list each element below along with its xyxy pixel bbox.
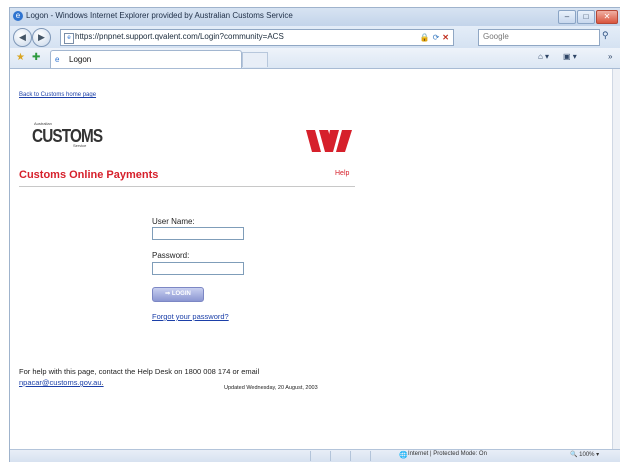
- address-icons: 🔒 ⟳ ✕: [420, 33, 449, 42]
- status-bar: 🌐 Internet | Protected Mode: On 🔍 100% ▾: [10, 449, 620, 462]
- status-divider: [370, 451, 371, 461]
- add-favorite-icon[interactable]: ✚: [32, 52, 40, 63]
- forward-button[interactable]: ▶: [32, 28, 51, 47]
- password-field[interactable]: [152, 262, 244, 275]
- minimize-button[interactable]: –: [558, 10, 576, 24]
- help-email-suffix: .: [101, 378, 104, 387]
- close-button[interactable]: ✕: [596, 10, 618, 24]
- refresh-icon[interactable]: ⟳: [433, 33, 440, 42]
- search-icon[interactable]: ⚲: [602, 30, 609, 41]
- lock-icon[interactable]: 🔒: [420, 33, 430, 42]
- window-controls: – □ ✕: [558, 10, 618, 24]
- maximize-button[interactable]: □: [577, 10, 595, 24]
- login-label: LOGIN: [171, 291, 191, 297]
- home-menu[interactable]: ⌂ ▾: [538, 52, 549, 61]
- tab-logon[interactable]: e Logon: [50, 50, 242, 68]
- page-title: Customs Online Payments: [19, 169, 159, 181]
- customs-logo: CUSTOMS: [32, 126, 103, 146]
- more-commands[interactable]: »: [608, 52, 612, 61]
- new-tab-button[interactable]: [242, 52, 268, 67]
- page-icon: e: [64, 33, 74, 44]
- logo-service-text: Service: [73, 143, 87, 148]
- address-bar: ◀ ▶ e https://pnpnet.support.qvalent.com…: [10, 26, 620, 48]
- stop-icon[interactable]: ✕: [442, 33, 449, 42]
- search-input[interactable]: Google: [478, 29, 600, 46]
- status-divider: [330, 451, 331, 461]
- tab-bar: ★ ✚ e Logon ⌂ ▾ ▣ ▾ »: [10, 48, 620, 69]
- zoom-value: 100%: [579, 452, 595, 458]
- zoom-level[interactable]: 🔍 100% ▾: [570, 451, 599, 458]
- updated-date: Updated Wednesday, 20 August, 2003: [224, 385, 318, 391]
- heading-divider: [19, 186, 355, 187]
- help-email-link[interactable]: npacar@customs.gov.au.: [19, 378, 104, 387]
- favorites-star-icon[interactable]: ★: [16, 52, 25, 63]
- status-divider: [310, 451, 311, 461]
- username-label: User Name:: [152, 217, 195, 226]
- page-content: Back to Customs home page Australian CUS…: [10, 69, 612, 449]
- help-desk-text: For help with this page, contact the Hel…: [19, 367, 260, 376]
- username-field[interactable]: [152, 227, 244, 240]
- help-email-address[interactable]: npacar@customs.gov.au: [19, 378, 102, 387]
- tab-page-icon: e: [55, 55, 60, 64]
- back-to-home-link[interactable]: Back to Customs home page: [19, 92, 96, 98]
- vertical-scrollbar[interactable]: [612, 69, 620, 449]
- forgot-password-link[interactable]: Forgot your password?: [152, 312, 229, 321]
- westpac-logo: [306, 130, 352, 152]
- help-link[interactable]: Help: [335, 170, 349, 177]
- zoom-icon: 🔍: [570, 452, 580, 458]
- back-button[interactable]: ◀: [13, 28, 32, 47]
- login-button[interactable]: ⇒ LOGIN: [152, 287, 204, 302]
- password-label: Password:: [152, 251, 190, 260]
- search-placeholder: Google: [483, 32, 509, 41]
- tools-menu[interactable]: ▣ ▾: [563, 52, 577, 61]
- security-zone[interactable]: Internet | Protected Mode: On: [408, 451, 487, 457]
- tab-label: Logon: [69, 55, 92, 64]
- globe-icon: 🌐: [399, 452, 408, 459]
- url-text: https://pnpnet.support.qvalent.com/Login…: [75, 32, 284, 41]
- window-title: Logon - Windows Internet Explorer provid…: [26, 11, 293, 20]
- login-arrow-icon: ⇒: [165, 291, 172, 297]
- status-divider: [350, 451, 351, 461]
- title-bar: e Logon - Windows Internet Explorer prov…: [10, 8, 620, 26]
- ie-icon: e: [13, 11, 23, 21]
- url-field[interactable]: e https://pnpnet.support.qvalent.com/Log…: [60, 29, 454, 46]
- browser-window: e Logon - Windows Internet Explorer prov…: [10, 8, 620, 462]
